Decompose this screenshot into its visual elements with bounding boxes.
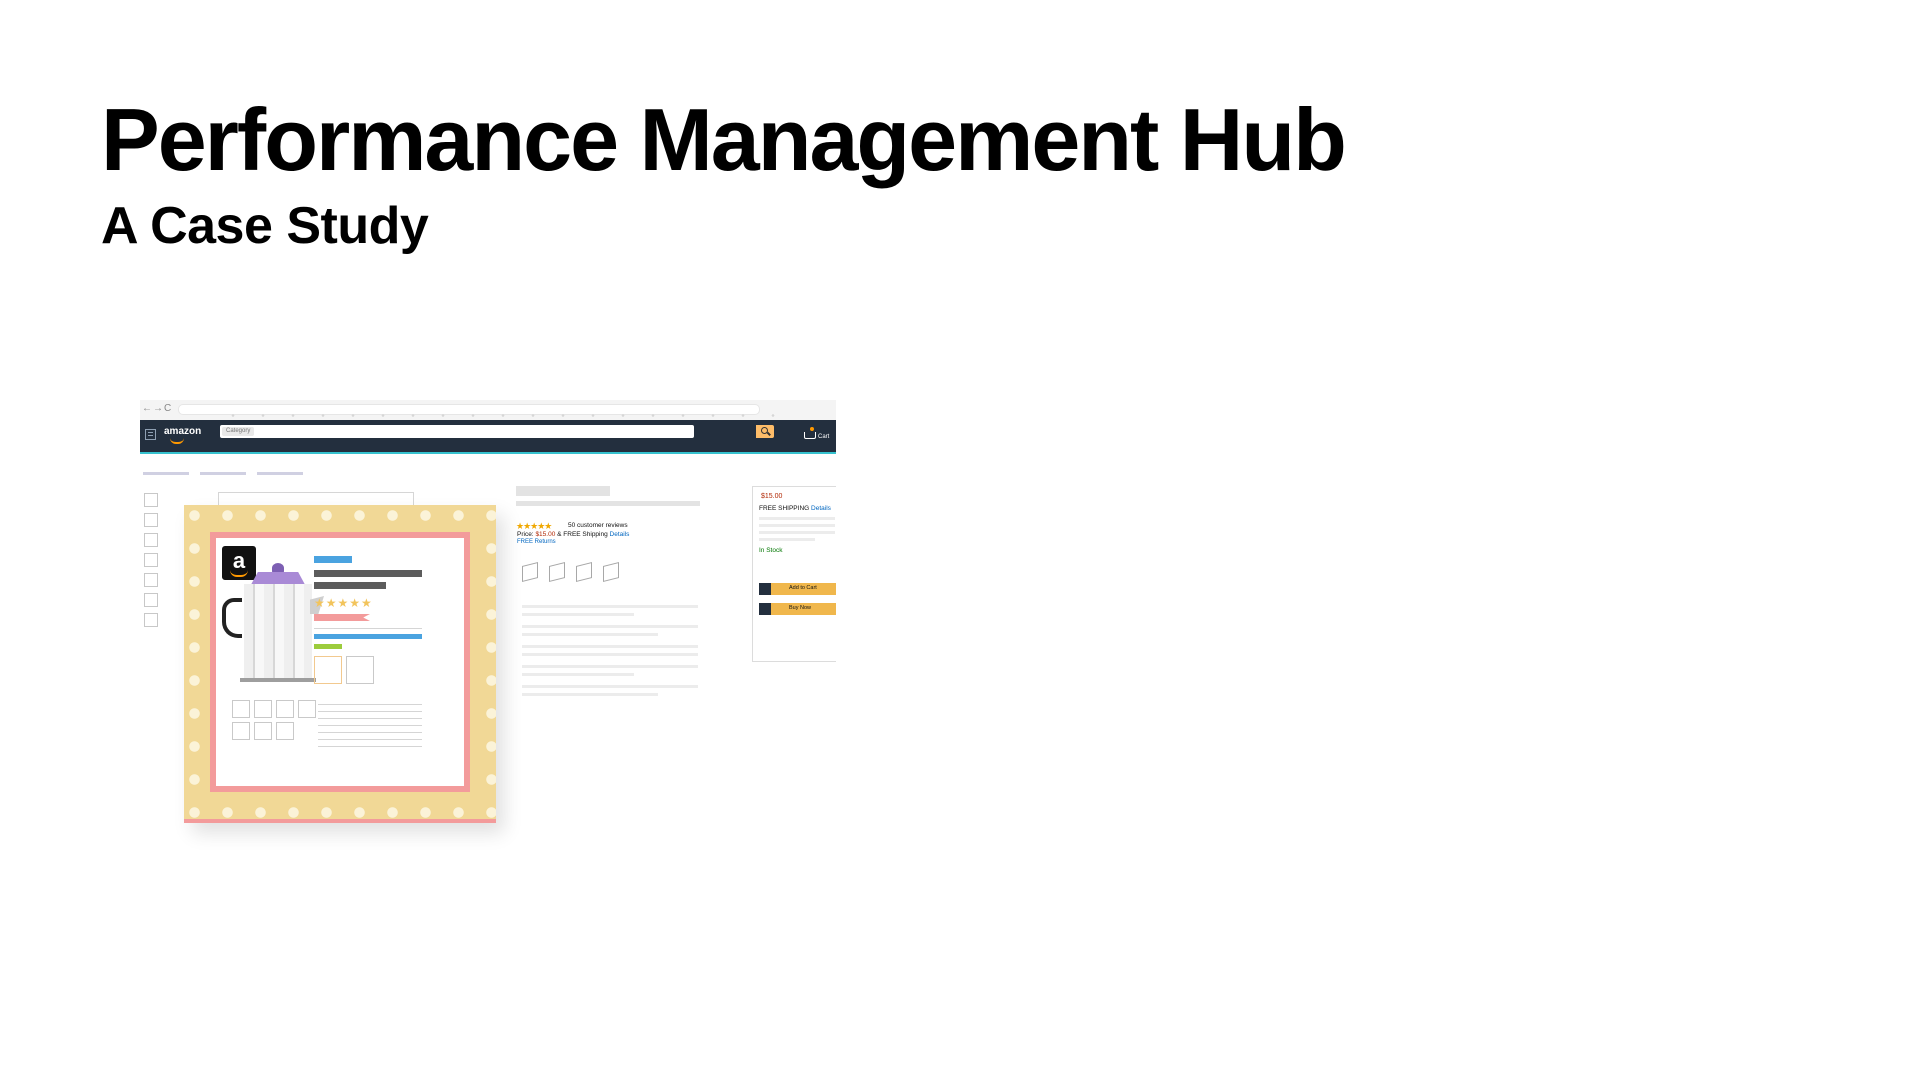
card-thumb-box: [276, 722, 294, 740]
card-option-box: [314, 656, 342, 684]
hamburger-menu-icon: [145, 429, 156, 440]
product-card-illustration: a ★★★★★: [184, 505, 496, 823]
card-blue-bar: [314, 634, 422, 639]
search-icon: [756, 425, 774, 438]
card-text-line: [318, 718, 422, 719]
cart-count-dot: [810, 427, 814, 431]
card-title-bar: [314, 556, 352, 563]
cart-icon: [804, 432, 816, 439]
card-text-line: [318, 732, 422, 733]
card-text-line: [318, 725, 422, 726]
package-icon: [576, 562, 592, 582]
store-logo-smile-icon: [170, 438, 184, 444]
amazon-logo-icon: a: [222, 546, 256, 580]
description-placeholder: [522, 613, 634, 616]
play-icon: [759, 603, 771, 615]
card-option-box: [346, 656, 374, 684]
thumbnail-placeholder: [144, 513, 158, 527]
free-returns-link: FREE Returns: [517, 539, 556, 545]
card-thumb-box: [232, 700, 250, 718]
card-text-line: [318, 711, 422, 712]
thumbnail-placeholder: [144, 613, 158, 627]
kettle-base: [240, 678, 316, 682]
price-value: $15.00: [535, 531, 556, 538]
description-placeholder: [522, 605, 698, 608]
store-logo-text: amazon: [164, 426, 202, 437]
card-thumb-box: [298, 700, 316, 718]
thumbnail-placeholder: [144, 493, 158, 507]
slide-title: Performance Management Hub: [101, 90, 1347, 189]
kettle-handle: [222, 598, 242, 638]
thumbnail-placeholder: [144, 593, 158, 607]
card-thumb-box: [276, 700, 294, 718]
card-text-line: [318, 739, 422, 740]
package-icon: [522, 562, 538, 582]
browser-tab-dots: [218, 414, 778, 417]
description-placeholder: [522, 665, 698, 668]
buybox-shipping-label: FREE SHIPPING: [759, 505, 810, 512]
price-shipping: & FREE Shipping: [557, 531, 608, 538]
add-to-cart-button: Add to Cart: [759, 583, 836, 595]
card-text-line: [318, 704, 422, 705]
buybox-stock: In Stock: [759, 547, 783, 554]
description-placeholder: [522, 673, 634, 676]
card-rating-stars: ★★★★★: [314, 596, 373, 610]
card-green-bar: [314, 644, 342, 649]
buybox-price: $15.00: [761, 493, 783, 500]
package-icon: [549, 562, 565, 582]
kettle-body: [244, 584, 312, 680]
card-price-tag: [314, 614, 370, 621]
breadcrumb-placeholder: [257, 472, 303, 475]
buybox-placeholder: [759, 517, 835, 520]
add-to-cart-label: Add to Cart: [789, 585, 817, 591]
description-placeholder: [522, 633, 658, 636]
description-placeholder: [522, 693, 658, 696]
price-line: Price: $15.00 & FREE Shipping Details: [517, 531, 629, 538]
card-thumb-box: [254, 700, 272, 718]
description-placeholder: [522, 625, 698, 628]
kettle-knob: [272, 563, 284, 573]
description-placeholder: [522, 685, 698, 688]
cart-label: Cart: [818, 434, 830, 440]
buy-box: $15.00 FREE SHIPPING Details In Stock Ad…: [752, 486, 836, 662]
description-placeholder: [522, 645, 698, 648]
buybox-placeholder: [759, 531, 835, 534]
buybox-placeholder: [759, 524, 835, 527]
slide-subtitle: A Case Study: [101, 197, 429, 255]
store-nav-bar: amazon Category Cart: [140, 420, 836, 454]
description-placeholder: [522, 653, 698, 656]
card-divider: [314, 628, 422, 629]
card-text-bar: [314, 570, 422, 577]
package-icon: [603, 562, 619, 582]
buybox-shipping: FREE SHIPPING Details: [759, 505, 831, 512]
search-category-label: Category: [222, 427, 255, 436]
card-text-bar: [314, 582, 386, 589]
card-content: a ★★★★★: [216, 538, 464, 786]
cart-icon: [759, 583, 771, 595]
store-search-bar: Category: [220, 425, 774, 438]
breadcrumb-placeholder: [143, 472, 189, 475]
browser-nav-icons: ←→C: [142, 403, 173, 414]
browser-chrome: ←→C: [140, 400, 836, 421]
product-subtitle-placeholder: [516, 501, 700, 506]
buy-now-label: Buy Now: [789, 605, 812, 611]
thumbnail-placeholder: [144, 533, 158, 547]
card-thumb-box: [232, 722, 250, 740]
buy-now-button: Buy Now: [759, 603, 836, 615]
details-link: Details: [609, 531, 630, 538]
product-title-placeholder: [516, 486, 610, 496]
buybox-placeholder: [759, 538, 815, 541]
thumbnail-placeholder: [144, 573, 158, 587]
breadcrumb-placeholder: [200, 472, 246, 475]
card-thumb-box: [254, 722, 272, 740]
price-label: Price:: [517, 531, 534, 538]
reviews-text: 50 customer reviews: [568, 522, 628, 529]
card-pink-border: a ★★★★★: [210, 532, 470, 792]
card-text-line: [318, 746, 422, 747]
buybox-details-link: Details: [811, 505, 831, 512]
thumbnail-placeholder: [144, 553, 158, 567]
